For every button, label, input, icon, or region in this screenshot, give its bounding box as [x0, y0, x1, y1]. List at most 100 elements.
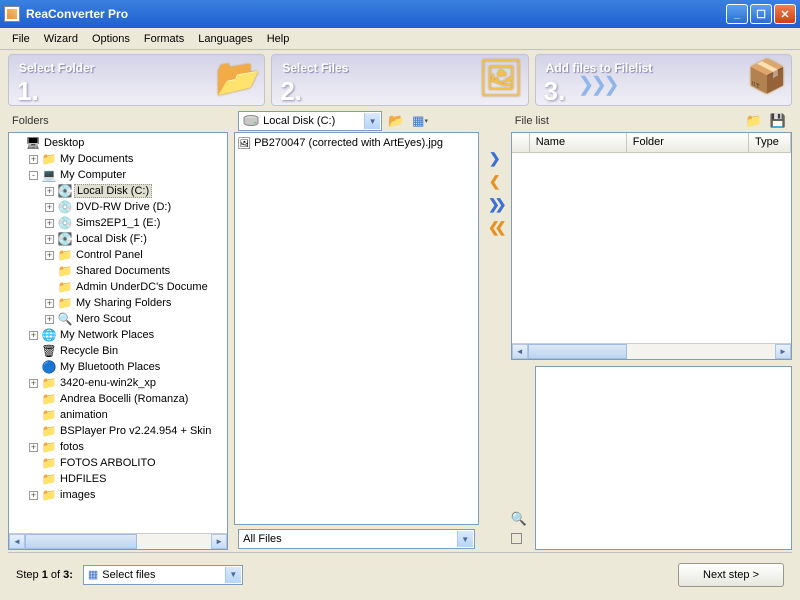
node-label: Shared Documents — [76, 265, 170, 277]
output-file-list[interactable]: Name Folder Type ◄ ► — [511, 132, 792, 360]
node-icon: 📁 — [57, 280, 73, 294]
node-label: My Sharing Folders — [76, 297, 171, 309]
menu-languages[interactable]: Languages — [192, 31, 258, 47]
view-mode-button[interactable]: ▦▾ — [410, 111, 430, 131]
node-icon: 📁 — [57, 248, 73, 262]
tree-node[interactable]: +💿Sims2EP1_1 (E:) — [11, 215, 225, 231]
column-type[interactable]: Type — [749, 133, 791, 152]
node-label: Local Disk (C:) — [74, 184, 152, 198]
step-select[interactable]: ▦ Select files ▼ — [83, 565, 243, 585]
remove-all-button[interactable]: ❮❮ — [488, 219, 501, 236]
expand-toggle[interactable]: + — [45, 187, 54, 196]
expand-toggle[interactable]: + — [45, 251, 54, 260]
app-icon — [4, 6, 20, 22]
menu-file[interactable]: File — [6, 31, 36, 47]
load-list-button[interactable]: 📁 — [744, 111, 764, 131]
maximize-button[interactable]: ☐ — [750, 4, 772, 24]
tree-node[interactable]: +💿DVD-RW Drive (D:) — [11, 199, 225, 215]
remove-file-button[interactable]: ❮ — [489, 173, 501, 190]
expand-toggle[interactable]: + — [29, 443, 38, 452]
save-list-button[interactable]: 💾 — [768, 111, 788, 131]
node-icon: 📁 — [41, 152, 57, 166]
tree-node[interactable]: 🖥Desktop — [11, 135, 225, 151]
close-button[interactable]: ✕ — [774, 4, 796, 24]
expand-toggle[interactable]: + — [29, 155, 38, 164]
node-icon: 📁 — [57, 264, 73, 278]
menu-formats[interactable]: Formats — [138, 31, 190, 47]
add-file-button[interactable]: ❯ — [489, 150, 501, 167]
expand-toggle[interactable]: + — [45, 235, 54, 244]
drive-select[interactable]: Local Disk (C:) ▼ — [238, 111, 382, 131]
expand-toggle[interactable]: + — [29, 331, 38, 340]
folder-tree[interactable]: 🖥Desktop+📁My Documents-💻My Computer+💽Loc… — [8, 132, 228, 550]
tree-node[interactable]: 📁animation — [11, 407, 225, 423]
tree-node[interactable]: +📁My Sharing Folders — [11, 295, 225, 311]
menu-help[interactable]: Help — [261, 31, 296, 47]
tree-node[interactable]: 📁Shared Documents — [11, 263, 225, 279]
node-label: Nero Scout — [76, 313, 131, 325]
node-label: Sims2EP1_1 (E:) — [76, 217, 160, 229]
tree-node[interactable]: -💻My Computer — [11, 167, 225, 183]
tree-node[interactable]: +📁fotos — [11, 439, 225, 455]
next-step-button[interactable]: Next step > — [678, 563, 784, 587]
tree-node[interactable]: 📁Andrea Bocelli (Romanza) — [11, 391, 225, 407]
file-filter-select[interactable]: All Files ▼ — [238, 529, 475, 549]
scroll-right-button[interactable]: ► — [775, 344, 791, 359]
expand-toggle[interactable]: + — [29, 379, 38, 388]
scroll-right-button[interactable]: ► — [211, 534, 227, 549]
column-folder[interactable]: Folder — [627, 133, 749, 152]
node-icon: 🔍 — [57, 312, 73, 326]
checkbox-icon[interactable] — [511, 533, 522, 544]
tree-node[interactable]: +📁images — [11, 487, 225, 503]
tree-node[interactable]: 📁BSPlayer Pro v2.24.954 + Skin — [11, 423, 225, 439]
node-label: fotos — [60, 441, 84, 453]
expand-toggle[interactable]: + — [45, 219, 54, 228]
expand-toggle[interactable]: - — [29, 171, 38, 180]
node-label: Local Disk (F:) — [76, 233, 147, 245]
tree-node[interactable]: +📁3420-enu-win2k_xp — [11, 375, 225, 391]
expand-toggle[interactable]: + — [45, 315, 54, 324]
tree-node[interactable]: +💽Local Disk (F:) — [11, 231, 225, 247]
up-folder-button[interactable]: 📂 — [386, 111, 406, 131]
node-icon: 📁 — [41, 440, 57, 454]
preview-toggle-icon[interactable]: 🔍 — [511, 511, 531, 527]
menu-options[interactable]: Options — [86, 31, 136, 47]
filelist-label: File list — [515, 115, 549, 127]
tree-node[interactable]: 🗑Recycle Bin — [11, 343, 225, 359]
node-label: images — [60, 489, 95, 501]
tree-node[interactable]: +📁Control Panel — [11, 247, 225, 263]
footer-bar: Step 1 of 3: ▦ Select files ▼ Next step … — [8, 552, 792, 596]
title-bar: ReaConverter Pro _ ☐ ✕ — [0, 0, 800, 28]
tree-node[interactable]: +📁My Documents — [11, 151, 225, 167]
expand-toggle[interactable]: + — [29, 491, 38, 500]
scroll-left-button[interactable]: ◄ — [9, 534, 25, 549]
node-icon: 📁 — [41, 424, 57, 438]
minimize-button[interactable]: _ — [726, 4, 748, 24]
tree-node[interactable]: +🌐My Network Places — [11, 327, 225, 343]
node-icon: 🔵 — [41, 360, 57, 374]
node-icon: 📁 — [41, 472, 57, 486]
node-icon: 📁 — [41, 376, 57, 390]
scroll-left-button[interactable]: ◄ — [512, 344, 528, 359]
menu-wizard[interactable]: Wizard — [38, 31, 84, 47]
tree-node[interactable]: +💽Local Disk (C:) — [11, 183, 225, 199]
file-item[interactable]: 🖼PB270047 (corrected with ArtEyes).jpg — [237, 135, 476, 151]
add-all-button[interactable]: ❯❯ — [488, 196, 501, 213]
folders-label: Folders — [12, 115, 49, 127]
file-browser[interactable]: 🖼PB270047 (corrected with ArtEyes).jpg — [234, 132, 479, 525]
tree-node[interactable]: +🔍Nero Scout — [11, 311, 225, 327]
step-select-folder: Select Folder 1. 📂 — [8, 54, 265, 106]
node-icon: 💻 — [41, 168, 57, 182]
node-icon: 🖥 — [25, 136, 41, 150]
tree-node[interactable]: 📁HDFILES — [11, 471, 225, 487]
column-name[interactable]: Name — [530, 133, 627, 152]
node-icon: 📁 — [41, 392, 57, 406]
expand-toggle[interactable]: + — [45, 299, 54, 308]
tree-node[interactable]: 📁FOTOS ARBOLITO — [11, 455, 225, 471]
tree-node[interactable]: 📁Admin UnderDC's Docume — [11, 279, 225, 295]
photos-icon: 🖼 — [478, 57, 524, 99]
chevron-down-icon: ▼ — [225, 567, 241, 583]
folders-panel: Folders 🖥Desktop+📁My Documents-💻My Compu… — [8, 110, 228, 550]
expand-toggle[interactable]: + — [45, 203, 54, 212]
tree-node[interactable]: 🔵My Bluetooth Places — [11, 359, 225, 375]
